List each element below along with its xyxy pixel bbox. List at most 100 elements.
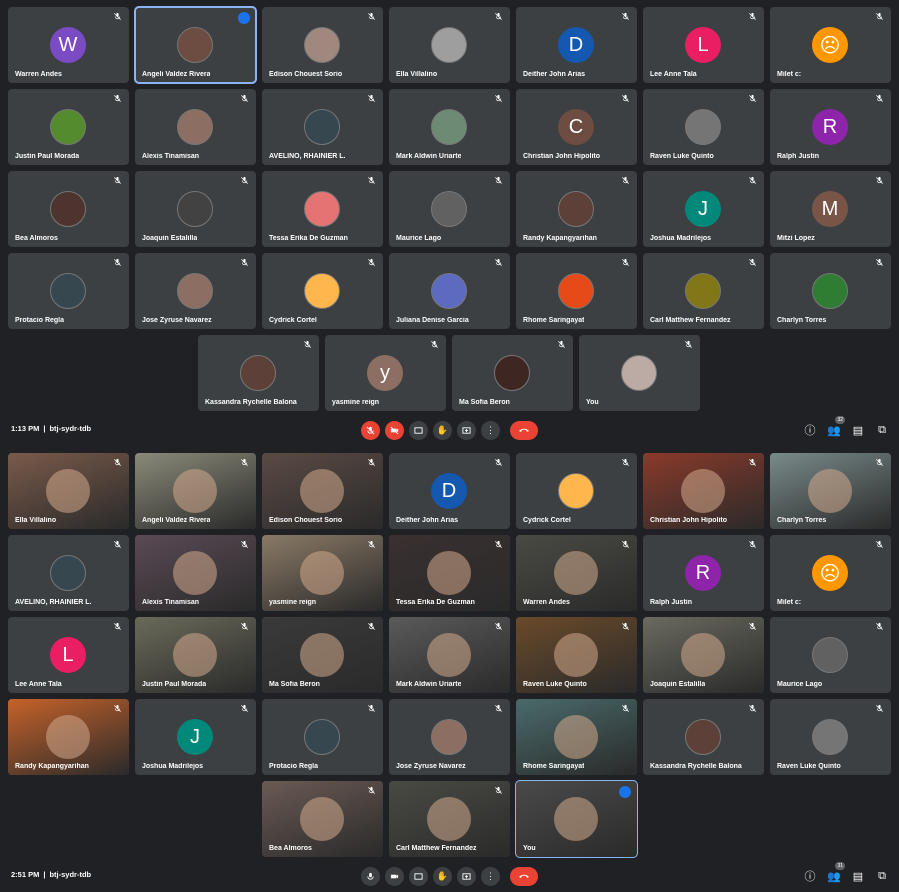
leave-call-button[interactable] xyxy=(510,866,538,886)
participant-tile[interactable]: Justin Paul Morada xyxy=(8,89,129,165)
participant-tile[interactable]: Cydrick Cortel xyxy=(516,453,637,529)
participant-tile[interactable]: Juliana Denise Garcia xyxy=(389,253,510,329)
captions-button[interactable] xyxy=(409,420,428,440)
participant-tile[interactable]: Carl Matthew Fernandez xyxy=(389,781,510,857)
participant-tile[interactable]: Christian John Hipolito xyxy=(643,453,764,529)
participant-tile[interactable]: AVELINO, RHAINIER L. xyxy=(8,535,129,611)
participant-tile[interactable]: Rhome Saringayat xyxy=(516,253,637,329)
participant-tile[interactable]: Bea Almoros xyxy=(8,171,129,247)
mic-toggle-button[interactable] xyxy=(361,420,380,440)
participant-tile[interactable]: Angeli Valdez Rivera xyxy=(134,6,257,84)
participant-tile[interactable]: J Joshua Madrilejos xyxy=(643,171,764,247)
participant-tile[interactable]: Maurice Lago xyxy=(770,617,891,693)
participant-tile[interactable]: Tessa Erika De Guzman xyxy=(262,171,383,247)
activities-button[interactable]: ⧉ xyxy=(875,869,889,883)
participant-tile[interactable]: Mark Aldwin Uriarte xyxy=(389,89,510,165)
hangup-icon xyxy=(519,874,529,878)
participant-tile[interactable]: Jose Zyruse Navarez xyxy=(135,253,256,329)
participant-tile[interactable]: ☹ Milet c: xyxy=(770,7,891,83)
participant-tile[interactable]: Joaquin Estalilla xyxy=(643,617,764,693)
meeting-details-button[interactable]: ⓘ xyxy=(803,423,817,437)
participant-tile[interactable]: M Mitzi Lopez xyxy=(770,171,891,247)
participant-tile[interactable]: ☹ Milet c: xyxy=(770,535,891,611)
meeting-details-button[interactable]: ⓘ xyxy=(803,869,817,883)
participant-tile[interactable]: J Joshua Madrilejos xyxy=(135,699,256,775)
avatar xyxy=(494,355,530,391)
participant-tile[interactable]: C Christian John Hipolito xyxy=(516,89,637,165)
participant-tile[interactable]: Charlyn Torres xyxy=(770,253,891,329)
participant-tile[interactable]: Ma Sofia Beron xyxy=(452,335,573,411)
participant-name: yasmine reign xyxy=(332,399,380,406)
participant-tile[interactable]: L Lee Anne Tala xyxy=(8,617,129,693)
participant-tile[interactable]: Kassandra Rychelle Balona xyxy=(643,699,764,775)
chat-button[interactable]: ▤ xyxy=(851,423,865,437)
participant-tile[interactable]: Raven Luke Quinto xyxy=(770,699,891,775)
avatar: J xyxy=(685,191,721,227)
participant-tile[interactable]: Mark Aldwin Uriarte xyxy=(389,617,510,693)
camera-toggle-button[interactable] xyxy=(385,866,404,886)
participant-tile[interactable]: Jose Zyruse Navarez xyxy=(389,699,510,775)
participant-tile[interactable]: Alexis Tinamisan xyxy=(135,89,256,165)
present-button[interactable] xyxy=(457,866,476,886)
raise-hand-button[interactable]: ✋ xyxy=(433,866,452,886)
participant-tile[interactable]: Bea Almoros xyxy=(262,781,383,857)
participant-tile[interactable]: Justin Paul Morada xyxy=(135,617,256,693)
participant-tile[interactable]: Cydrick Cortel xyxy=(262,253,383,329)
captions-button[interactable] xyxy=(409,866,428,886)
participant-tile[interactable]: You xyxy=(515,780,638,858)
mic-off-icon xyxy=(749,622,756,630)
participant-tile[interactable]: D Deither John Arias xyxy=(389,453,510,529)
leave-call-button[interactable] xyxy=(510,420,538,440)
present-button[interactable] xyxy=(457,420,476,440)
avatar xyxy=(431,273,467,309)
participant-tile[interactable]: Joaquin Estalilla xyxy=(135,171,256,247)
camera-toggle-button[interactable] xyxy=(385,420,404,440)
chat-button[interactable]: ▤ xyxy=(851,869,865,883)
activities-button[interactable]: ⧉ xyxy=(875,423,889,437)
participant-tile[interactable]: Ella Villalino xyxy=(8,453,129,529)
participant-tile[interactable]: Edison Chouest Sorio xyxy=(262,7,383,83)
participant-tile[interactable]: Raven Luke Quinto xyxy=(643,89,764,165)
participant-tile[interactable]: Protacio Regla xyxy=(8,253,129,329)
mic-off-icon xyxy=(749,540,756,548)
people-button[interactable]: 👥 31 xyxy=(827,862,845,883)
participant-tile[interactable]: Kassandra Rychelle Balona xyxy=(198,335,319,411)
participant-tile[interactable]: You xyxy=(579,335,700,411)
participant-tile[interactable]: Tessa Erika De Guzman xyxy=(389,535,510,611)
participant-tile[interactable]: y yasmine reign xyxy=(325,335,446,411)
participant-name: Kassandra Rychelle Balona xyxy=(650,763,742,770)
raise-hand-button[interactable]: ✋ xyxy=(433,420,452,440)
participant-tile[interactable]: Randy Kapangyarihan xyxy=(516,171,637,247)
participant-tile[interactable]: R Ralph Justin xyxy=(770,89,891,165)
participant-tile[interactable]: Charlyn Torres xyxy=(770,453,891,529)
person-silhouette xyxy=(554,633,598,677)
participant-tile[interactable]: Maurice Lago xyxy=(389,171,510,247)
participant-tile[interactable]: L Lee Anne Tala xyxy=(643,7,764,83)
participant-tile[interactable]: Ella Villalino xyxy=(389,7,510,83)
participant-tile[interactable]: Ma Sofia Beron xyxy=(262,617,383,693)
participant-tile[interactable]: Warren Andes xyxy=(516,535,637,611)
participant-tile[interactable]: W Warren Andes xyxy=(8,7,129,83)
participant-tile[interactable]: R Ralph Justin xyxy=(643,535,764,611)
mic-off-icon xyxy=(114,540,121,548)
participant-tile[interactable]: Randy Kapangyarihan xyxy=(8,699,129,775)
participant-tile[interactable]: yasmine reign xyxy=(262,535,383,611)
more-options-button[interactable]: ⋮ xyxy=(481,420,500,440)
participant-tile[interactable]: Carl Matthew Fernandez xyxy=(643,253,764,329)
participant-tile[interactable]: D Deither John Arias xyxy=(516,7,637,83)
participant-tile[interactable]: Alexis Tinamisan xyxy=(135,535,256,611)
more-options-button[interactable]: ⋮ xyxy=(481,866,500,886)
participant-tile[interactable]: Edison Chouest Sorio xyxy=(262,453,383,529)
mic-off-icon xyxy=(495,704,502,712)
mic-off-icon xyxy=(622,540,629,548)
participant-tile[interactable]: Rhome Saringayat xyxy=(516,699,637,775)
participant-tile[interactable]: Protacio Regla xyxy=(262,699,383,775)
mic-toggle-button[interactable] xyxy=(361,866,380,886)
people-button[interactable]: 👥 32 xyxy=(827,416,845,437)
avatar: M xyxy=(812,191,848,227)
participant-tile[interactable]: Raven Luke Quinto xyxy=(516,617,637,693)
participant-tile[interactable]: Angeli Valdez Rivera xyxy=(135,453,256,529)
participant-name: Bea Almoros xyxy=(15,235,58,242)
participant-tile[interactable]: AVELINO, RHAINIER L. xyxy=(262,89,383,165)
participant-name: Jose Zyruse Navarez xyxy=(396,763,466,770)
